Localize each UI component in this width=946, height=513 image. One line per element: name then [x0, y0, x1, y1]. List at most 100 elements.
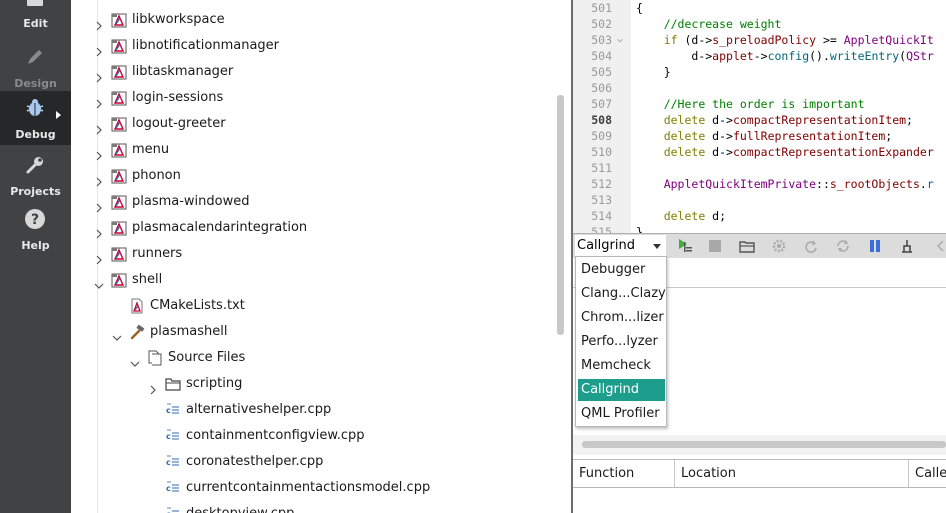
dropdown-option[interactable]: Callgrind — [578, 379, 665, 401]
dropdown-option[interactable]: QML Profiler — [578, 403, 665, 425]
code-line[interactable]: 502 //decrease weight — [573, 16, 946, 32]
arrow-left-icon[interactable] — [933, 238, 946, 254]
code-line[interactable]: 503 ⌵ if (d->s_preloadPolicy >= AppletQui… — [573, 32, 946, 48]
code-line[interactable]: 508 delete d->compactRepresentationItem; — [573, 112, 946, 128]
edit-icon — [27, 0, 43, 6]
tree-item[interactable]: c alternativeshelper.cpp — [71, 397, 551, 423]
open-folder-icon[interactable] — [739, 238, 755, 254]
tree-item[interactable]: menu — [71, 137, 551, 163]
tree-item[interactable]: libtaskmanager — [71, 59, 551, 85]
tree-item-label: libnotificationmanager — [132, 38, 280, 53]
horizontal-scrollbar[interactable] — [582, 441, 946, 448]
chevron-right-icon[interactable] — [94, 119, 104, 135]
chevron-right-icon[interactable] — [94, 197, 104, 213]
svg-text:c: c — [166, 432, 171, 441]
tree-item[interactable]: plasma-windowed — [71, 189, 551, 215]
code-line[interactable]: 515} — [573, 224, 946, 233]
code-line[interactable]: 510 delete d->compactRepresentationExpan… — [573, 144, 946, 160]
dropdown-option[interactable]: Debugger — [578, 259, 665, 281]
code-line[interactable]: 512 AppletQuickItemPrivate::s_rootObject… — [573, 176, 946, 192]
mode-debug[interactable]: Debug — [0, 91, 71, 145]
tree-item[interactable]: plasmacalendarintegration — [71, 215, 551, 241]
code-line[interactable]: 511 — [573, 160, 946, 176]
mode-help[interactable]: ? Help — [0, 202, 71, 256]
tree-item-label: menu — [132, 142, 170, 157]
chevron-right-icon[interactable] — [94, 249, 104, 265]
chevron-down-icon[interactable] — [130, 353, 140, 367]
mode-projects[interactable]: Projects — [0, 148, 71, 202]
start-analysis-icon[interactable] — [677, 238, 693, 254]
dropdown-option[interactable]: Memcheck — [578, 355, 665, 377]
code-line[interactable]: 504 d->applet->config().writeEntry(QStr — [573, 48, 946, 64]
chevron-right-icon[interactable] — [94, 67, 104, 83]
mode-edit[interactable]: Edit — [0, 0, 71, 34]
tree-item[interactable]: c coronatesthelper.cpp — [71, 449, 551, 475]
dropdown-option[interactable]: Chrom...lizer — [578, 307, 665, 329]
chevron-right-icon[interactable] — [94, 41, 104, 57]
chevron-down-icon[interactable] — [112, 327, 122, 341]
line-number: 511 — [591, 161, 612, 175]
tree-scrollbar[interactable] — [557, 95, 564, 335]
chevron-right-icon[interactable] — [94, 171, 104, 187]
chevron-right-icon[interactable] — [94, 93, 104, 109]
tree-item[interactable]: c containmentconfigview.cpp — [71, 423, 551, 449]
source-folder-icon — [147, 350, 163, 366]
project-icon — [111, 246, 127, 262]
chevron-right-icon[interactable] — [94, 15, 104, 31]
code-editor[interactable]: 501{502 //decrease weight 503 ⌵ if (d->s_p… — [573, 0, 946, 233]
tree-item[interactable]: plasmashell — [71, 319, 551, 345]
code-text: //decrease weight — [663, 17, 782, 31]
analyzer-tool-combobox[interactable]: Callgrind — [575, 235, 666, 257]
tree-item[interactable]: c desktopview.cpp — [71, 501, 551, 513]
discard-icon[interactable] — [899, 238, 915, 254]
tree-item[interactable]: libkworkspace — [71, 7, 551, 33]
dropdown-option[interactable]: Perfo...lyzer — [578, 331, 665, 353]
code-text: delete d->compactRepresentationItem; — [663, 113, 913, 127]
project-tree: libkworkspace libnotificationmanager libta… — [71, 0, 571, 513]
chevron-right-icon[interactable] — [148, 379, 158, 395]
tree-item-label: libkworkspace — [132, 12, 225, 27]
column-header-callees[interactable]: Calle — [909, 460, 946, 487]
analyzer-tool-dropdown: Debugger Clang...Clazy Chrom...lizer Perfo.… — [575, 256, 667, 427]
tree-item-label: containmentconfigview.cpp — [186, 428, 365, 443]
mode-label: Debug — [15, 128, 56, 141]
tree-item[interactable]: c currentcontainmentactionsmodel.cpp — [71, 475, 551, 501]
dropdown-option[interactable]: Clang...Clazy — [578, 283, 666, 305]
tree-item-label: libtaskmanager — [132, 64, 234, 79]
fold-marker-icon[interactable]: ⌵ — [617, 32, 623, 48]
tree-item[interactable]: login-sessions — [71, 85, 551, 111]
stop-icon[interactable] — [707, 238, 723, 254]
redo-icon[interactable] — [803, 238, 819, 254]
chevron-right-icon[interactable] — [94, 145, 104, 161]
code-line[interactable]: 505 } — [573, 64, 946, 80]
tree-item-label: coronatesthelper.cpp — [186, 454, 324, 469]
tree-item[interactable]: runners — [71, 241, 551, 267]
chevron-right-icon[interactable] — [94, 223, 104, 239]
tree-item-label: shell — [132, 272, 163, 287]
code-line[interactable]: 506 — [573, 80, 946, 96]
tree-item[interactable]: phonon — [71, 163, 551, 189]
column-header-function[interactable]: Function — [573, 460, 675, 487]
tree-item[interactable]: Source Files — [71, 345, 551, 371]
code-line[interactable]: 513 — [573, 192, 946, 208]
gear-icon[interactable] — [771, 238, 787, 254]
code-line[interactable]: 501 { — [573, 0, 946, 16]
line-number: 501 — [591, 1, 612, 15]
column-header-location[interactable]: Location — [675, 460, 909, 487]
code-line[interactable]: 509 delete d->fullRepresentationItem; — [573, 128, 946, 144]
tree-item[interactable]: scripting — [71, 371, 551, 397]
code-text: delete d; — [663, 209, 727, 223]
code-text: //Here the order is important — [663, 97, 865, 111]
code-line[interactable]: 514 delete d; — [573, 208, 946, 224]
chevron-down-icon[interactable] — [94, 275, 104, 289]
pause-icon[interactable] — [867, 238, 883, 254]
mode-label: Help — [21, 239, 50, 252]
tree-item[interactable]: libnotificationmanager — [71, 33, 551, 59]
tree-item[interactable]: shell — [71, 267, 551, 293]
tree-item[interactable]: logout-greeter — [71, 111, 551, 137]
code-line[interactable]: 507 //Here the order is important — [573, 96, 946, 112]
line-number: 507 — [591, 97, 612, 111]
reload-icon[interactable] — [835, 238, 851, 254]
mode-design[interactable]: Design — [0, 40, 71, 94]
tree-item[interactable]: CMakeLists.txt — [71, 293, 551, 319]
